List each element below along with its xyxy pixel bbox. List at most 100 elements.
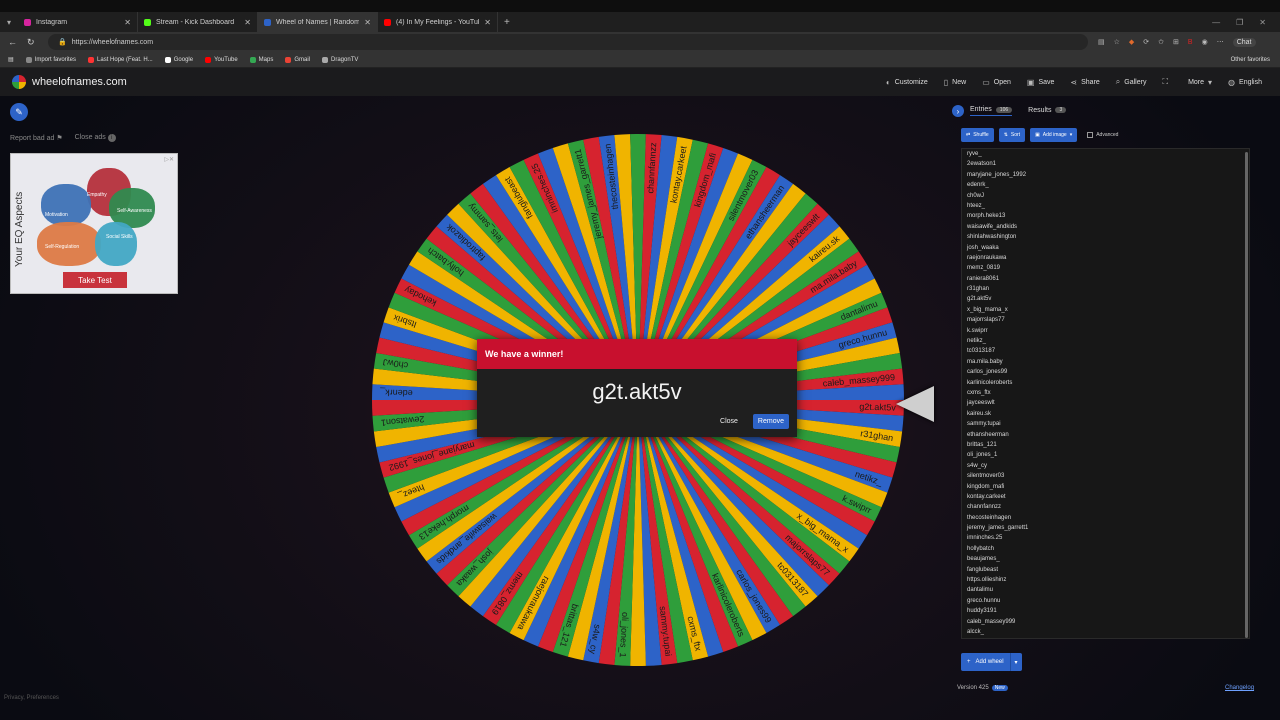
entries-scrollbar[interactable] — [1245, 152, 1248, 638]
entry-line[interactable]: jeremy_james_garrett1 — [967, 523, 1249, 533]
browser-tab[interactable]: Wheel of Names | Random name ... ✕ — [258, 12, 378, 32]
bookmark-item[interactable]: DragonTV — [322, 56, 358, 63]
tab-entries[interactable]: Entries 106 — [970, 106, 1013, 116]
entry-line[interactable]: cxms_ftx — [967, 388, 1249, 398]
entry-line[interactable]: carlos_jones99 — [967, 367, 1249, 377]
entry-line[interactable]: imninches.25 — [967, 533, 1249, 543]
entry-line[interactable]: alcck_ — [967, 627, 1249, 637]
entry-line[interactable]: memz_0819 — [967, 263, 1249, 273]
advertisement[interactable]: ▷✕ Your EQ Aspects Empathy Motivation Se… — [10, 153, 178, 294]
entry-line[interactable]: k.swiprr — [967, 326, 1249, 336]
entry-line[interactable]: tc0313187 — [967, 346, 1249, 356]
add-image-button[interactable]: ▣ Add image ▾ — [1030, 128, 1078, 142]
entry-line[interactable]: huddy3191 — [967, 606, 1249, 616]
more-icon[interactable]: ⋯ — [1217, 38, 1224, 46]
sort-button[interactable]: ⇅ Sort — [998, 128, 1026, 142]
menu-item[interactable]: ▯ New — [944, 77, 966, 87]
entry-line[interactable]: https.ollieshinz — [967, 575, 1249, 585]
entry-line[interactable]: netikz_ — [967, 336, 1249, 346]
menu-item[interactable]: ▭ Open — [982, 77, 1011, 87]
privacy-link[interactable]: Privacy, Preferences — [4, 695, 59, 701]
entry-line[interactable]: raejonraukawa — [967, 253, 1249, 263]
entry-line[interactable]: kaireu.sk — [967, 409, 1249, 419]
bookmark-item[interactable]: Gmail — [285, 56, 310, 63]
entry-line[interactable]: karlinicoleroberts — [967, 378, 1249, 388]
bookmark-item[interactable]: Last Hope (Feat. H... — [88, 56, 153, 63]
entry-line[interactable]: morph.heke13 — [967, 211, 1249, 221]
entry-line[interactable]: majorrslaps77 — [967, 315, 1249, 325]
remove-button[interactable]: Remove — [752, 414, 789, 429]
entry-line[interactable]: hteez_ — [967, 201, 1249, 211]
profile-icon[interactable]: ◉ — [1202, 38, 1208, 46]
refresh-icon[interactable]: ↻ — [27, 37, 35, 48]
menu-item[interactable]: ◐ Customize — [886, 77, 928, 87]
star-icon[interactable]: ☆ — [1114, 38, 1120, 46]
changelog-link[interactable]: Changelog — [1225, 685, 1254, 691]
minimize-icon[interactable]: — — [1212, 18, 1220, 27]
entry-line[interactable]: raniera8061 — [967, 274, 1249, 284]
bookmark-item[interactable]: Google — [164, 56, 193, 63]
tab-results[interactable]: Results 3 — [1028, 107, 1067, 116]
bookmark-item[interactable]: Maps — [249, 56, 273, 63]
entry-line[interactable]: fanglubeast — [967, 565, 1249, 575]
url-field[interactable]: 🔒 https://wheelofnames.com — [48, 34, 1088, 50]
shuffle-button[interactable]: ⇄ Shuffle — [961, 128, 994, 142]
entry-line[interactable]: waisawife_andkids — [967, 222, 1249, 232]
bookmark-item[interactable]: YouTube — [205, 56, 238, 63]
entry-line[interactable]: beaujames_ — [967, 554, 1249, 564]
menu-item[interactable]: More ▾ — [1188, 77, 1212, 87]
entry-line[interactable]: hollybatch — [967, 544, 1249, 554]
menu-item[interactable]: ⌕ Gallery — [1116, 77, 1147, 87]
entry-line[interactable]: shinlahwashington — [967, 232, 1249, 242]
add-wheel-button[interactable]: + Add wheel ▾ — [961, 653, 1022, 671]
tab-actions-icon[interactable]: ▾ — [0, 18, 18, 27]
entry-line[interactable]: thecosteinhagen — [967, 513, 1249, 523]
report-ad-link[interactable]: Report bad ad ⚑ — [10, 134, 63, 142]
entry-line[interactable]: x_big_mama_x — [967, 305, 1249, 315]
entry-line[interactable]: kontay.carkeet — [967, 492, 1249, 502]
bookmarks-menu-icon[interactable]: ▤ — [8, 56, 14, 63]
entry-line[interactable]: ethansheerman — [967, 430, 1249, 440]
entry-line[interactable]: sammy.tupai — [967, 419, 1249, 429]
window-close-icon[interactable]: ✕ — [1259, 18, 1266, 27]
entry-line[interactable]: caleb_massey999 — [967, 617, 1249, 627]
browser-tab[interactable]: Instagram ✕ — [18, 12, 138, 32]
refresh-extension-icon[interactable]: ⟳ — [1143, 38, 1149, 46]
entry-line[interactable]: brittas_121 — [967, 440, 1249, 450]
tab-close-icon[interactable]: ✕ — [484, 18, 491, 27]
advanced-checkbox[interactable]: Advanced — [1087, 132, 1118, 138]
close-ads-link[interactable]: Close ads i — [75, 134, 116, 142]
entry-line[interactable]: s4w_cy — [967, 461, 1249, 471]
add-wheel-dropdown-icon[interactable]: ▾ — [1011, 659, 1022, 666]
entry-line[interactable]: dantalimu — [967, 585, 1249, 595]
entry-line[interactable]: jayceeswlt — [967, 398, 1249, 408]
menu-item[interactable]: ⛶ — [1162, 77, 1172, 87]
entry-line[interactable]: ma.mila.baby — [967, 357, 1249, 367]
new-tab-button[interactable]: + — [498, 17, 516, 28]
menu-item[interactable]: ⋖ Share — [1070, 77, 1099, 87]
menu-item[interactable]: ▣ Save — [1027, 77, 1055, 87]
brand-extension-icon[interactable]: B — [1188, 39, 1193, 46]
entry-line[interactable]: r31ghan — [967, 284, 1249, 294]
entry-line[interactable]: josh_waaka — [967, 243, 1249, 253]
entry-line[interactable]: 2ewatson1 — [967, 159, 1249, 169]
reader-icon[interactable]: ▤ — [1098, 38, 1105, 46]
close-button[interactable]: Close — [715, 415, 743, 428]
entry-line[interactable]: oli_jones_1 — [967, 450, 1249, 460]
edit-pencil-button[interactable]: ✎ — [10, 103, 28, 121]
entry-line[interactable]: ch0wJ — [967, 191, 1249, 201]
browser-tab[interactable]: (4) In My Feelings - YouTube ✕ — [378, 12, 498, 32]
entries-textarea[interactable]: ryve_ 2ewatson1 maryjane_jones_1992 edenrk_… — [961, 148, 1250, 639]
collections-icon[interactable]: ⊞ — [1173, 38, 1179, 46]
bookmark-item[interactable]: Import favorites — [25, 56, 76, 63]
favorites-icon[interactable]: ✩ — [1158, 38, 1164, 46]
entry-line[interactable]: ryve_ — [967, 149, 1249, 159]
extension-icon[interactable]: ◆ — [1129, 38, 1134, 46]
take-test-button[interactable]: Take Test — [63, 272, 127, 288]
back-icon[interactable]: ← — [8, 37, 17, 48]
entry-line[interactable]: edenrk_ — [967, 180, 1249, 190]
entry-line[interactable]: kingdom_mafi — [967, 482, 1249, 492]
tab-close-icon[interactable]: ✕ — [244, 18, 251, 27]
site-logo[interactable]: wheelofnames.com — [0, 75, 127, 89]
menu-item[interactable]: ◍ English — [1228, 77, 1262, 87]
